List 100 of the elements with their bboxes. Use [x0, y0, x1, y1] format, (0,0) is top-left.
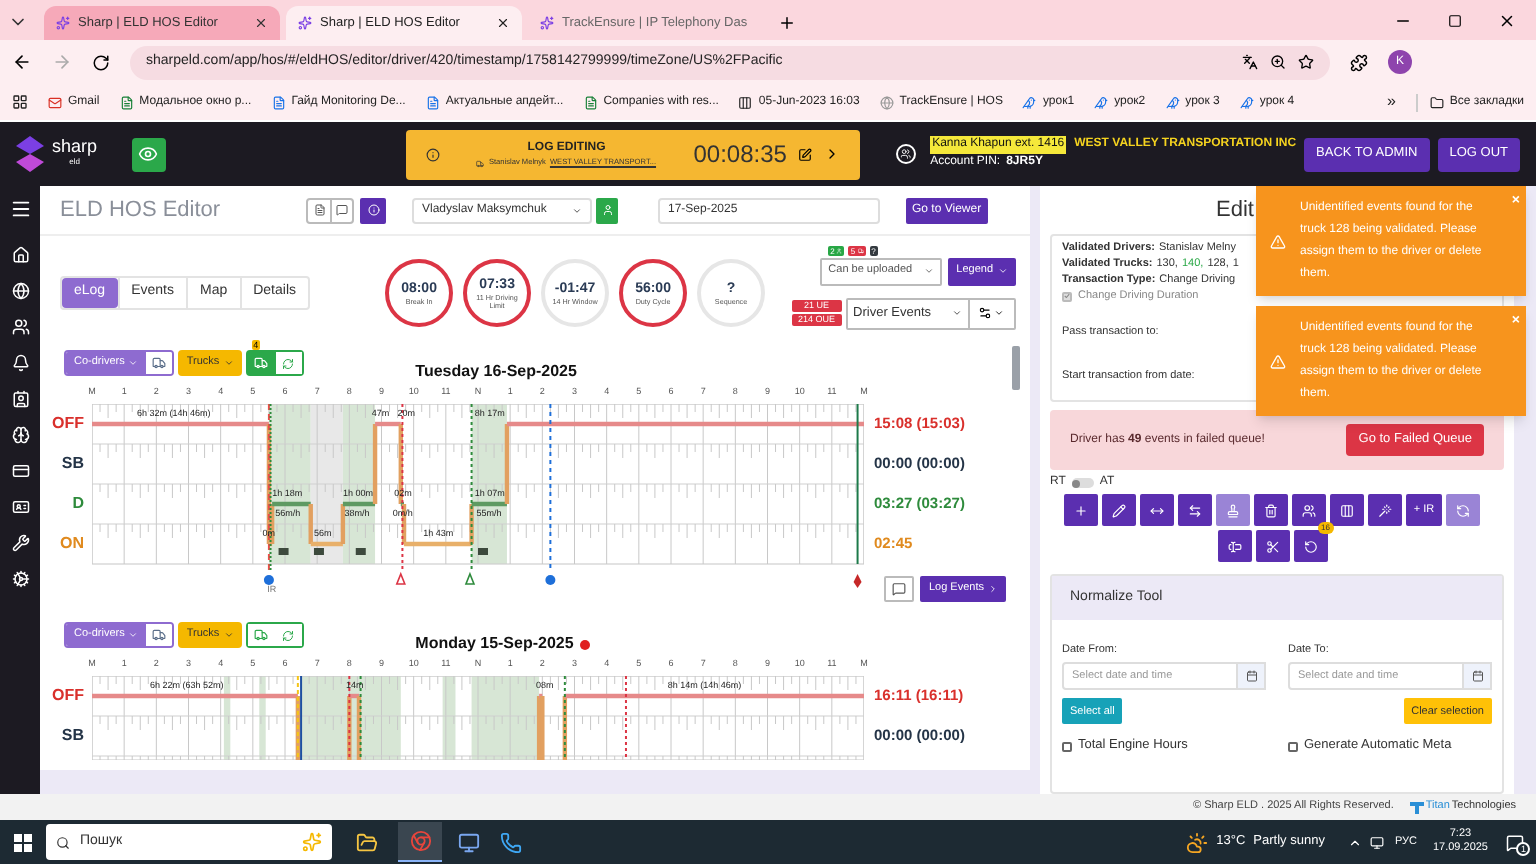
- truck-icon: [278, 548, 289, 555]
- truck-button[interactable]: [146, 624, 173, 646]
- scrollbar[interactable]: [1012, 346, 1020, 390]
- users-icon[interactable]: [11, 318, 29, 336]
- truck-icon: [152, 356, 167, 370]
- calendar-icon: [1245, 670, 1257, 683]
- document-icon: [425, 95, 440, 109]
- bird-icon: [1165, 95, 1180, 109]
- new-tab-icon[interactable]: [778, 14, 796, 32]
- truck-icon: [355, 548, 366, 555]
- truck-button[interactable]: [146, 352, 173, 374]
- checkbox[interactable]: [1062, 741, 1072, 752]
- status-label: OFF: [50, 684, 84, 708]
- home-icon[interactable]: [11, 246, 29, 264]
- calendar-button[interactable]: [1464, 662, 1492, 691]
- zoom-icon[interactable]: [1270, 54, 1286, 70]
- gears-icon[interactable]: [11, 570, 29, 588]
- text-cursor-icon: [1227, 539, 1241, 553]
- browser-icon: [409, 830, 431, 852]
- windows-icon[interactable]: [14, 833, 32, 851]
- tray-chevron-icon[interactable]: [1348, 835, 1363, 849]
- tool-button[interactable]: [1255, 530, 1289, 562]
- caret-icon: [924, 266, 935, 276]
- user-icon: [601, 204, 613, 216]
- caret-icon: [128, 358, 139, 368]
- info-button[interactable]: [360, 197, 386, 223]
- network-icon[interactable]: [1370, 835, 1385, 849]
- tool-button[interactable]: [1063, 494, 1098, 526]
- back-icon[interactable]: [12, 52, 32, 72]
- bird-icon: [1022, 95, 1037, 109]
- maximize-icon[interactable]: [1448, 14, 1462, 28]
- bell-icon[interactable]: [11, 354, 29, 372]
- notifications-icon[interactable]: [1506, 833, 1524, 851]
- info-icon: [425, 147, 440, 161]
- checkbox[interactable]: [1288, 741, 1298, 752]
- edit-icon[interactable]: [798, 147, 813, 161]
- folder-icon[interactable]: [356, 831, 378, 853]
- brain-icon[interactable]: [11, 426, 29, 444]
- caret-icon: [997, 266, 1008, 276]
- refresh-icon: [282, 629, 295, 641]
- calendar-icon: [1471, 670, 1483, 683]
- note-icon: [336, 204, 348, 216]
- monitor-icon[interactable]: [458, 831, 480, 853]
- reload-icon[interactable]: [92, 53, 110, 71]
- tool-button[interactable]: [1177, 494, 1212, 526]
- users-icon: [896, 144, 917, 164]
- calendar-button[interactable]: [1238, 662, 1266, 691]
- folder-icon: [1429, 95, 1444, 109]
- session-timer: 00:08:35: [693, 138, 787, 172]
- comment-button[interactable]: [884, 576, 915, 602]
- bookmarks-overflow[interactable]: »: [1386, 90, 1396, 114]
- chevron-right-icon: [988, 584, 998, 594]
- card-icon[interactable]: [11, 462, 29, 480]
- extensions-icon[interactable]: [1350, 53, 1368, 71]
- document-icon: [271, 95, 286, 109]
- status-label: SB: [59, 724, 84, 748]
- contact-icon[interactable]: [11, 390, 29, 408]
- mail-icon: [48, 95, 62, 109]
- stretch-icon: [1149, 503, 1164, 517]
- caret-icon: [572, 205, 582, 215]
- tool-button[interactable]: [1367, 494, 1402, 526]
- close-icon[interactable]: [1498, 12, 1516, 30]
- truck-tools-button[interactable]: [247, 352, 276, 374]
- tool-button[interactable]: [1291, 494, 1326, 526]
- tool-button[interactable]: [1217, 530, 1251, 562]
- refresh-icon: [1456, 503, 1471, 517]
- apps-icon[interactable]: [12, 94, 28, 110]
- info-icon: [367, 204, 379, 216]
- id-card-icon[interactable]: [11, 498, 29, 516]
- scissors-icon: [1265, 539, 1279, 553]
- bird-icon: [1239, 95, 1254, 109]
- status-label: SB: [59, 452, 84, 476]
- wrench-icon[interactable]: [11, 534, 29, 552]
- eye-button[interactable]: [131, 137, 166, 171]
- note-button[interactable]: [330, 199, 352, 221]
- phone-icon[interactable]: [500, 831, 522, 853]
- tool-button[interactable]: [1329, 494, 1364, 526]
- menu-icon[interactable]: [9, 198, 31, 220]
- sparkle-icon: [56, 16, 70, 30]
- mode-toggle[interactable]: [1071, 478, 1094, 488]
- event-marker-line: [624, 676, 627, 760]
- columns-icon: [1339, 503, 1354, 517]
- tool-button[interactable]: [1101, 494, 1136, 526]
- close-icon[interactable]: [254, 16, 268, 30]
- truck-icon: [152, 628, 167, 642]
- browser-taskbar-button[interactable]: [398, 822, 442, 862]
- refresh-icon: [282, 357, 295, 369]
- driver-button[interactable]: [596, 197, 618, 223]
- location-dot-icon: [263, 575, 274, 585]
- event-marker-line: [348, 676, 351, 760]
- star-icon[interactable]: [1298, 54, 1314, 70]
- tool-button[interactable]: [1139, 494, 1174, 526]
- tool-button[interactable]: [1253, 494, 1288, 526]
- truck-icon: [478, 548, 488, 555]
- caret-icon: [223, 358, 234, 368]
- sparkle-icon: [298, 16, 312, 30]
- panel-title: Edit: [1216, 195, 1254, 226]
- close-icon[interactable]: [496, 16, 510, 30]
- translate-icon[interactable]: [1242, 54, 1258, 70]
- globe-icon[interactable]: [11, 282, 29, 300]
